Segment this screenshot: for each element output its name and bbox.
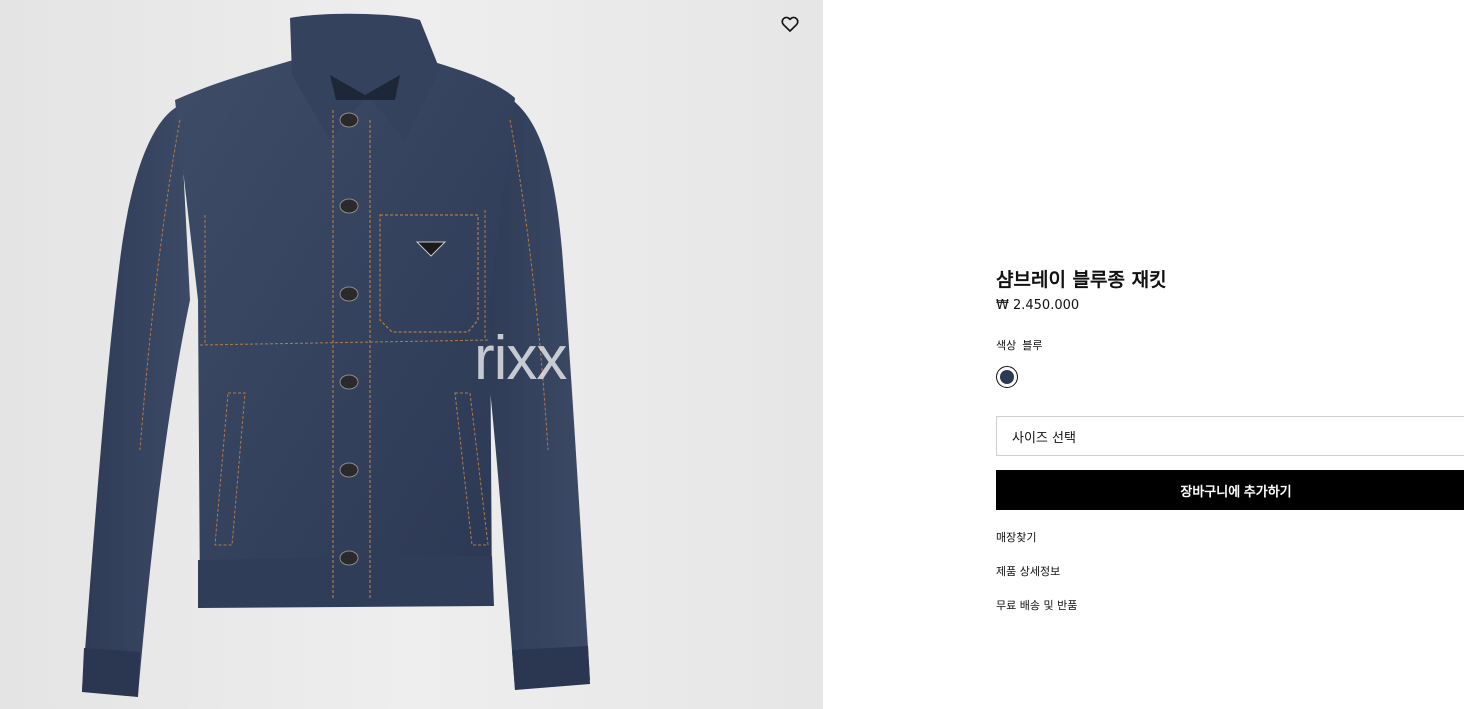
wishlist-button[interactable] bbox=[778, 12, 802, 36]
shipping-returns-link[interactable]: 무료 배송 및 반품 bbox=[996, 597, 1077, 613]
product-info-panel: 샴브레이 블루종 재킷 ₩ 2.450.000 색상 블루 사이즈 선택 장바구니… bbox=[996, 0, 1464, 709]
color-swatch-blue[interactable] bbox=[996, 366, 1018, 388]
add-to-cart-button[interactable]: 장바구니에 추가하기 bbox=[996, 470, 1464, 510]
store-finder-link[interactable]: 매장찾기 bbox=[996, 529, 1036, 545]
color-selector-label: 색상 블루 bbox=[996, 337, 1043, 353]
product-details-link[interactable]: 제품 상세정보 bbox=[996, 563, 1060, 579]
product-title: 샴브레이 블루종 재킷 bbox=[996, 269, 1167, 291]
color-swatch-fill bbox=[1000, 370, 1014, 384]
watermark-text: rixx bbox=[474, 324, 567, 393]
product-gallery: rixx bbox=[0, 0, 823, 709]
size-select-dropdown[interactable]: 사이즈 선택 bbox=[996, 416, 1464, 456]
color-value: 블루 bbox=[1022, 339, 1043, 352]
color-label: 색상 bbox=[996, 339, 1017, 352]
heart-icon bbox=[781, 16, 799, 32]
denim-jacket-image bbox=[0, 0, 823, 709]
product-price: ₩ 2.450.000 bbox=[996, 298, 1080, 313]
